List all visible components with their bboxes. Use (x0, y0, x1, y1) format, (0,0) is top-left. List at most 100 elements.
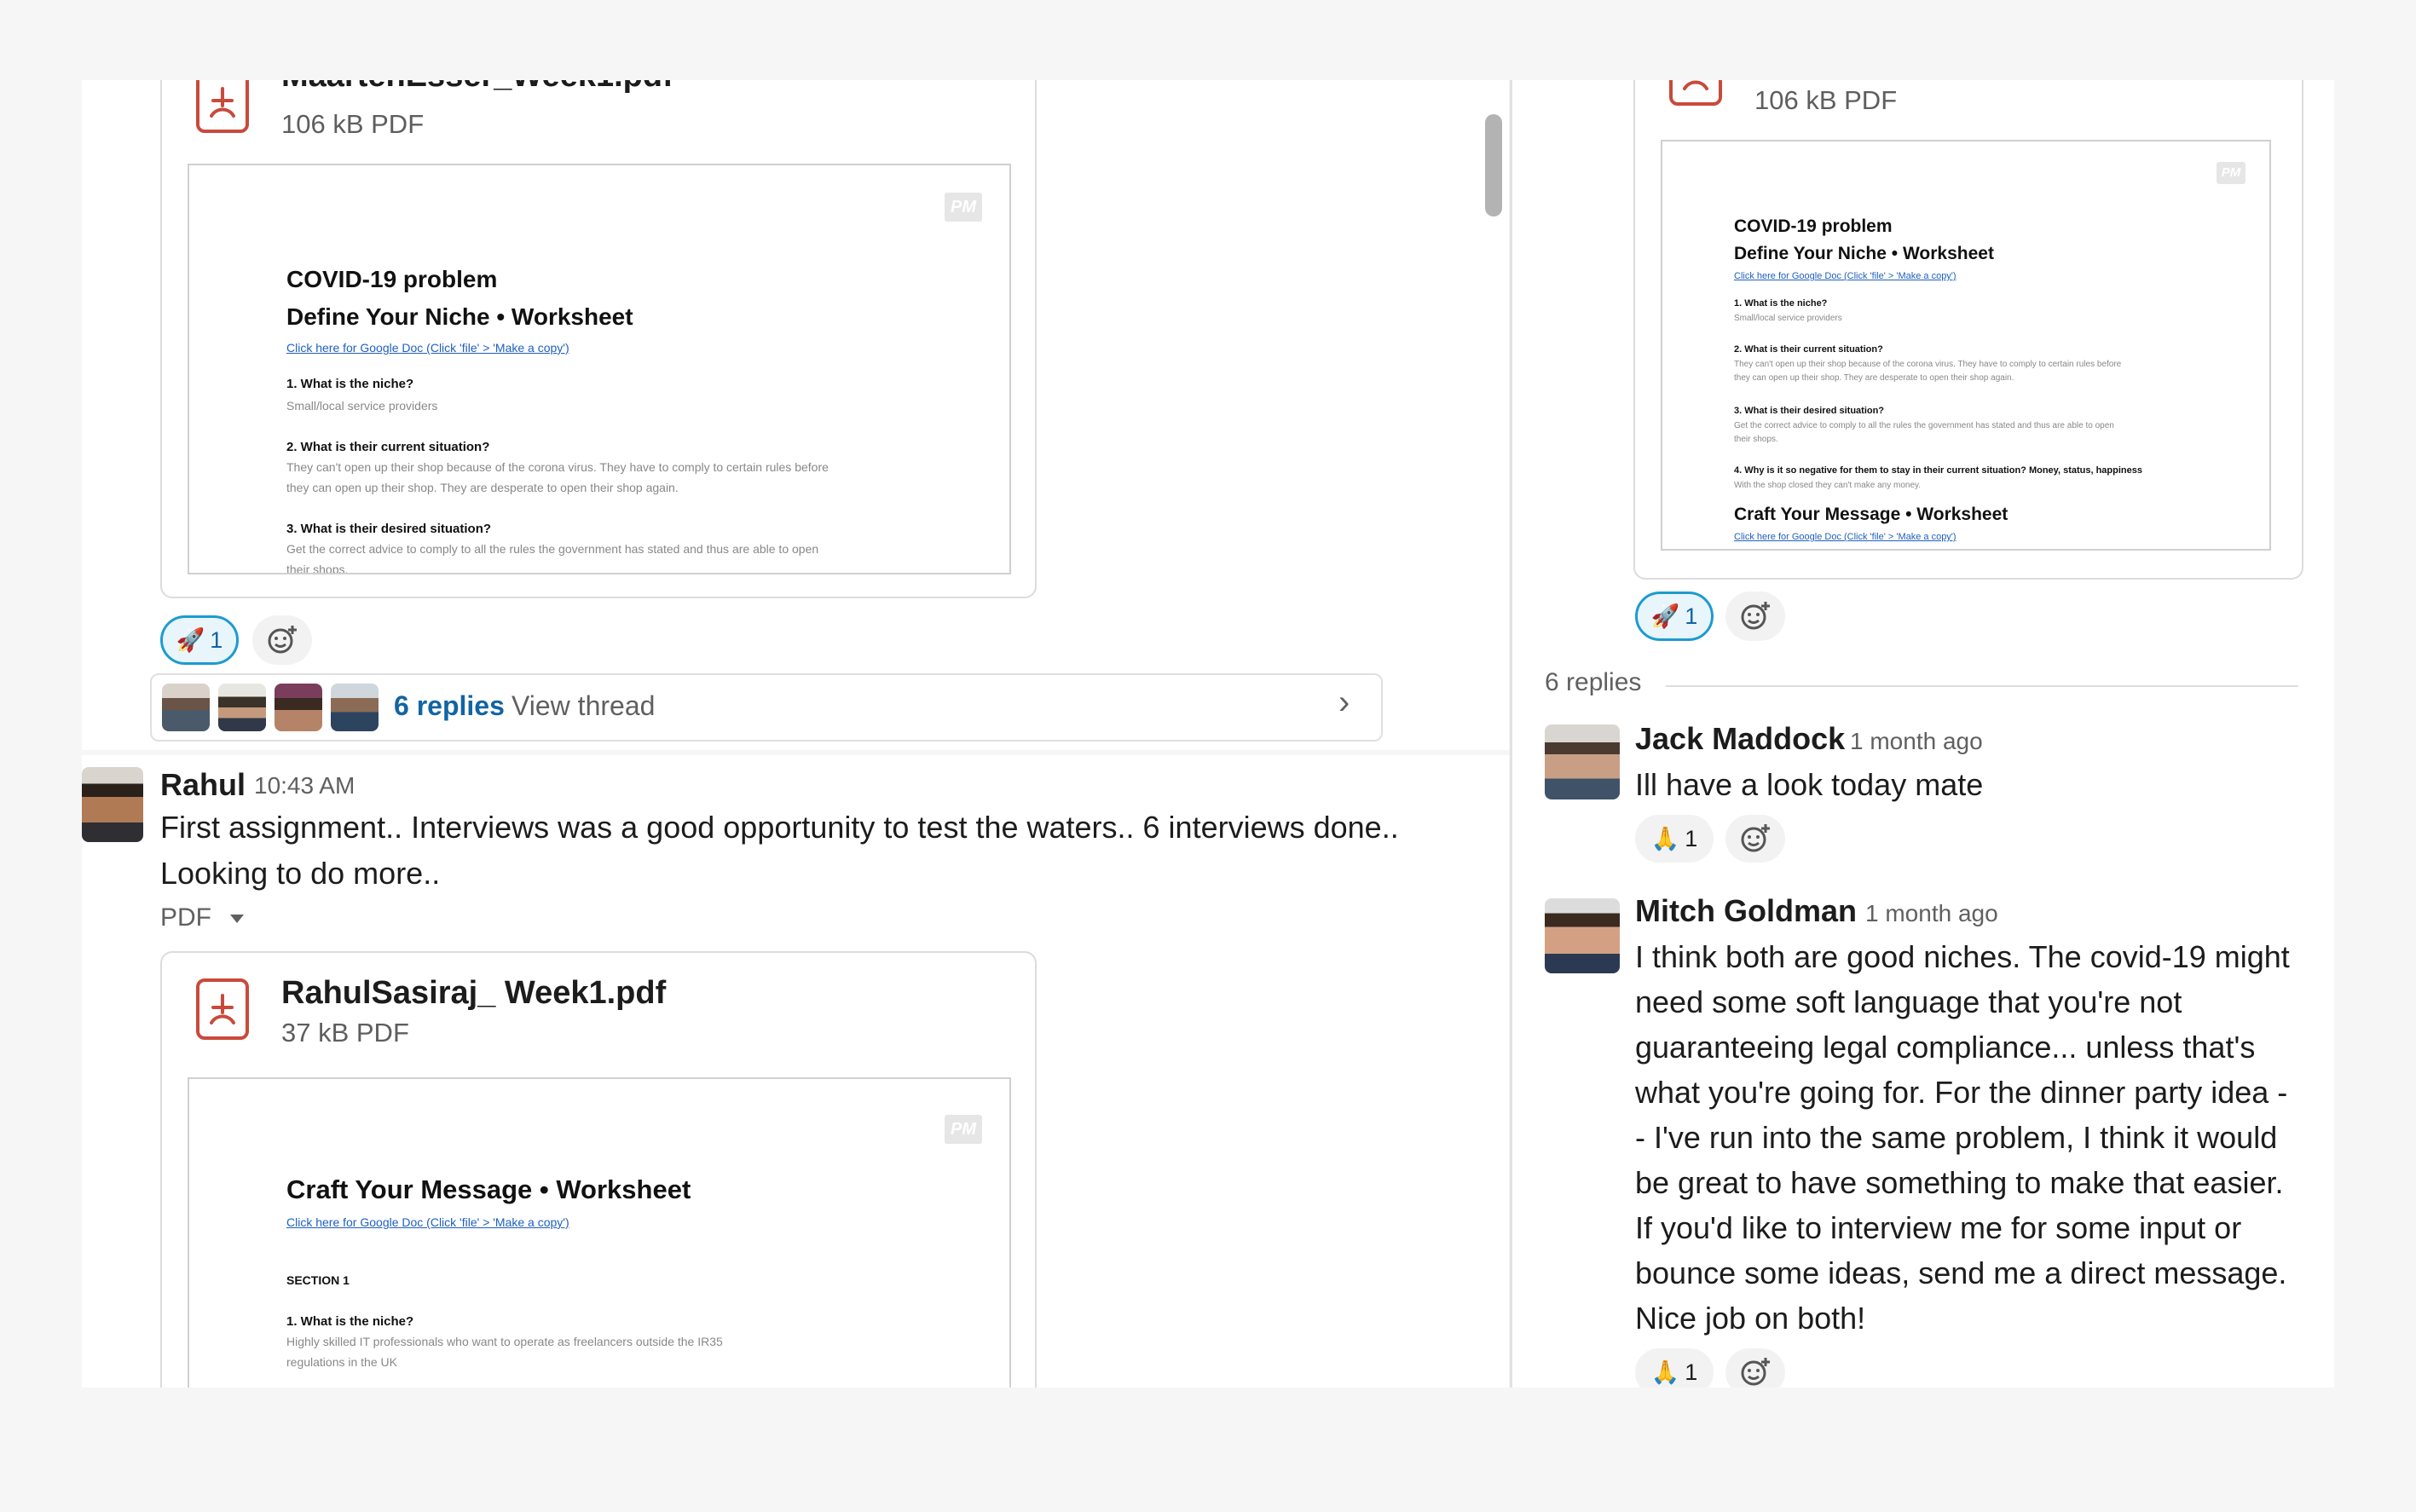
pdf-file-icon (196, 80, 249, 133)
reaction-count: 1 (1685, 825, 1698, 851)
avatar (162, 684, 210, 731)
replies-divider-label: 6 replies (1545, 668, 1642, 696)
doc-answer: They can't open up their shop because of… (286, 460, 829, 474)
pray-reaction[interactable]: 🙏 1 (1635, 1348, 1714, 1388)
avatar[interactable] (1545, 724, 1620, 799)
add-reaction-icon (1741, 824, 1770, 852)
doc-answer: Small/local service providers (1734, 314, 1842, 323)
message-timestamp[interactable]: 10:43 AM (254, 772, 355, 799)
add-reaction-button[interactable] (252, 615, 312, 665)
rocket-emoji: 🚀 (176, 627, 205, 653)
pdf-file-icon (196, 978, 249, 1040)
sender-name[interactable]: Rahul (160, 767, 246, 803)
doc-title: COVID-19 problem (1734, 216, 1893, 236)
document-preview[interactable]: PM COVID-19 problem Define Your Niche • … (1661, 140, 2271, 551)
doc-question: 1. What is the niche? (286, 377, 414, 391)
thread-pane: 106 kB PDF PM COVID-19 problem Define Yo… (1512, 80, 2334, 1388)
pray-reaction[interactable]: 🙏 1 (1635, 815, 1714, 863)
rocket-emoji: 🚀 (1650, 603, 1680, 629)
caret-down-icon (230, 915, 245, 924)
doc-answer: Get the correct advice to comply to all … (1734, 421, 2114, 430)
file-name[interactable]: MaartenEsser_Week1.pdf (281, 80, 673, 95)
doc-answer: their shops. (1734, 435, 1778, 444)
doc-title: Define Your Niche • Worksheet (1734, 244, 1994, 263)
doc-link[interactable]: Click here for Google Doc (Click 'file' … (1734, 271, 1956, 281)
message-text: what you're going for. For the dinner pa… (1635, 1075, 2288, 1110)
file-attachment-card[interactable]: 106 kB PDF PM COVID-19 problem Define Yo… (1633, 80, 2303, 580)
file-meta: 37 kB PDF (281, 1018, 409, 1047)
doc-link[interactable]: Click here for Google Doc (Click 'file' … (286, 341, 569, 355)
sender-name[interactable]: Jack Maddock (1635, 721, 1845, 757)
message-text: guaranteeing legal compliance... unless … (1635, 1030, 2256, 1065)
doc-question: 1. What is the niche? (286, 1314, 414, 1329)
avatar (331, 684, 379, 731)
reaction-count: 1 (1685, 603, 1698, 629)
pdf-file-icon (1669, 80, 1722, 106)
doc-link[interactable]: Click here for Google Doc (Click 'file' … (286, 1215, 569, 1229)
message-text: I think both are good niches. The covid-… (1635, 939, 2290, 974)
message-text: If you'd like to interview me for some i… (1635, 1210, 2242, 1245)
doc-link[interactable]: Click here for Google Doc (Click 'file' … (1734, 532, 1956, 542)
file-attachment-card[interactable]: MaartenEsser_Week1.pdf 106 kB PDF PM COV… (160, 80, 1037, 598)
add-reaction-button[interactable] (1725, 1348, 1785, 1388)
add-reaction-icon (1741, 1358, 1770, 1386)
file-name[interactable]: RahulSasiraj_ Week1.pdf (281, 975, 666, 1012)
pm-badge: PM (2217, 162, 2245, 184)
message-text: be great to have something to make that … (1635, 1165, 2284, 1200)
doc-title: Craft Your Message • Worksheet (286, 1174, 691, 1204)
doc-title: Define Your Niche • Worksheet (286, 303, 633, 330)
doc-answer: regulations in the UK (286, 1355, 397, 1369)
doc-question: 4. Why is it so negative for them to sta… (1734, 465, 2142, 476)
sender-name[interactable]: Mitch Goldman (1635, 893, 1857, 929)
add-reaction-icon (268, 626, 297, 654)
avatar[interactable] (82, 767, 143, 842)
doc-question: 3. What is their desired situation? (286, 522, 492, 536)
message-text: Nice job on both! (1635, 1301, 1866, 1336)
message-text: bounce some ideas, send me a direct mess… (1635, 1255, 2287, 1290)
message-divider (82, 750, 1509, 755)
doc-answer: With the shop closed they can't make any… (1734, 481, 1922, 490)
message-timestamp[interactable]: 1 month ago (1850, 728, 1983, 755)
message-timestamp[interactable]: 1 month ago (1865, 900, 1998, 927)
reaction-count: 1 (1685, 1359, 1698, 1385)
file-meta: 106 kB PDF (1754, 85, 1898, 115)
doc-question: 2. What is their current situation? (286, 440, 490, 454)
pray-emoji: 🙏 (1650, 1359, 1680, 1385)
channel-pane: MaartenEsser_Week1.pdf 106 kB PDF PM COV… (82, 80, 1509, 1388)
chevron-right-icon: › (1338, 684, 1350, 721)
doc-answer: their shops. (286, 563, 349, 574)
doc-section: SECTION 1 (286, 1273, 350, 1287)
doc-question: 1. What is the niche? (1734, 298, 1828, 309)
reaction-count: 1 (210, 626, 223, 653)
pm-badge: PM (945, 1115, 982, 1144)
add-reaction-icon (1741, 602, 1770, 630)
message-text: - I've run into the same problem, I thin… (1635, 1120, 2278, 1155)
add-reaction-button[interactable] (1725, 592, 1785, 641)
pm-badge: PM (945, 193, 982, 222)
pray-emoji: 🙏 (1650, 826, 1680, 851)
doc-title: Craft Your Message • Worksheet (1734, 505, 2009, 524)
rocket-reaction[interactable]: 🚀 1 (160, 615, 239, 665)
rocket-reaction[interactable]: 🚀 1 (1635, 592, 1714, 641)
thread-reply-count[interactable]: 6 replies (394, 690, 505, 722)
avatar (218, 684, 266, 731)
attachment-label: PDF (160, 903, 211, 932)
doc-answer: they can open up their shop. They are de… (1734, 373, 2014, 383)
document-preview[interactable]: PM COVID-19 problem Define Your Niche • … (188, 164, 1011, 574)
view-thread-link[interactable]: View thread (512, 690, 655, 722)
message-text: Ill have a look today mate (1635, 767, 1984, 802)
file-attachment-card[interactable]: RahulSasiraj_ Week1.pdf 37 kB PDF PM Cra… (160, 951, 1037, 1388)
add-reaction-button[interactable] (1725, 815, 1785, 863)
document-preview[interactable]: PM Craft Your Message • Worksheet Click … (188, 1077, 1011, 1388)
doc-answer: Small/local service providers (286, 399, 438, 413)
scrollbar-thumb[interactable] (1485, 114, 1502, 216)
doc-answer: Get the correct advice to comply to all … (286, 542, 819, 556)
doc-question: 3. What is their desired situation? (1734, 406, 1885, 416)
message-text: First assignment.. Interviews was a good… (160, 810, 1399, 845)
doc-title: COVID-19 problem (286, 266, 498, 292)
avatar[interactable] (1545, 898, 1620, 973)
file-meta: 106 kB PDF (281, 109, 425, 139)
attachment-type-toggle[interactable]: PDF (160, 903, 245, 932)
thread-replies-bar[interactable]: 6 replies View thread › (150, 673, 1383, 742)
message-text: need some soft language that you're not (1635, 984, 2182, 1019)
